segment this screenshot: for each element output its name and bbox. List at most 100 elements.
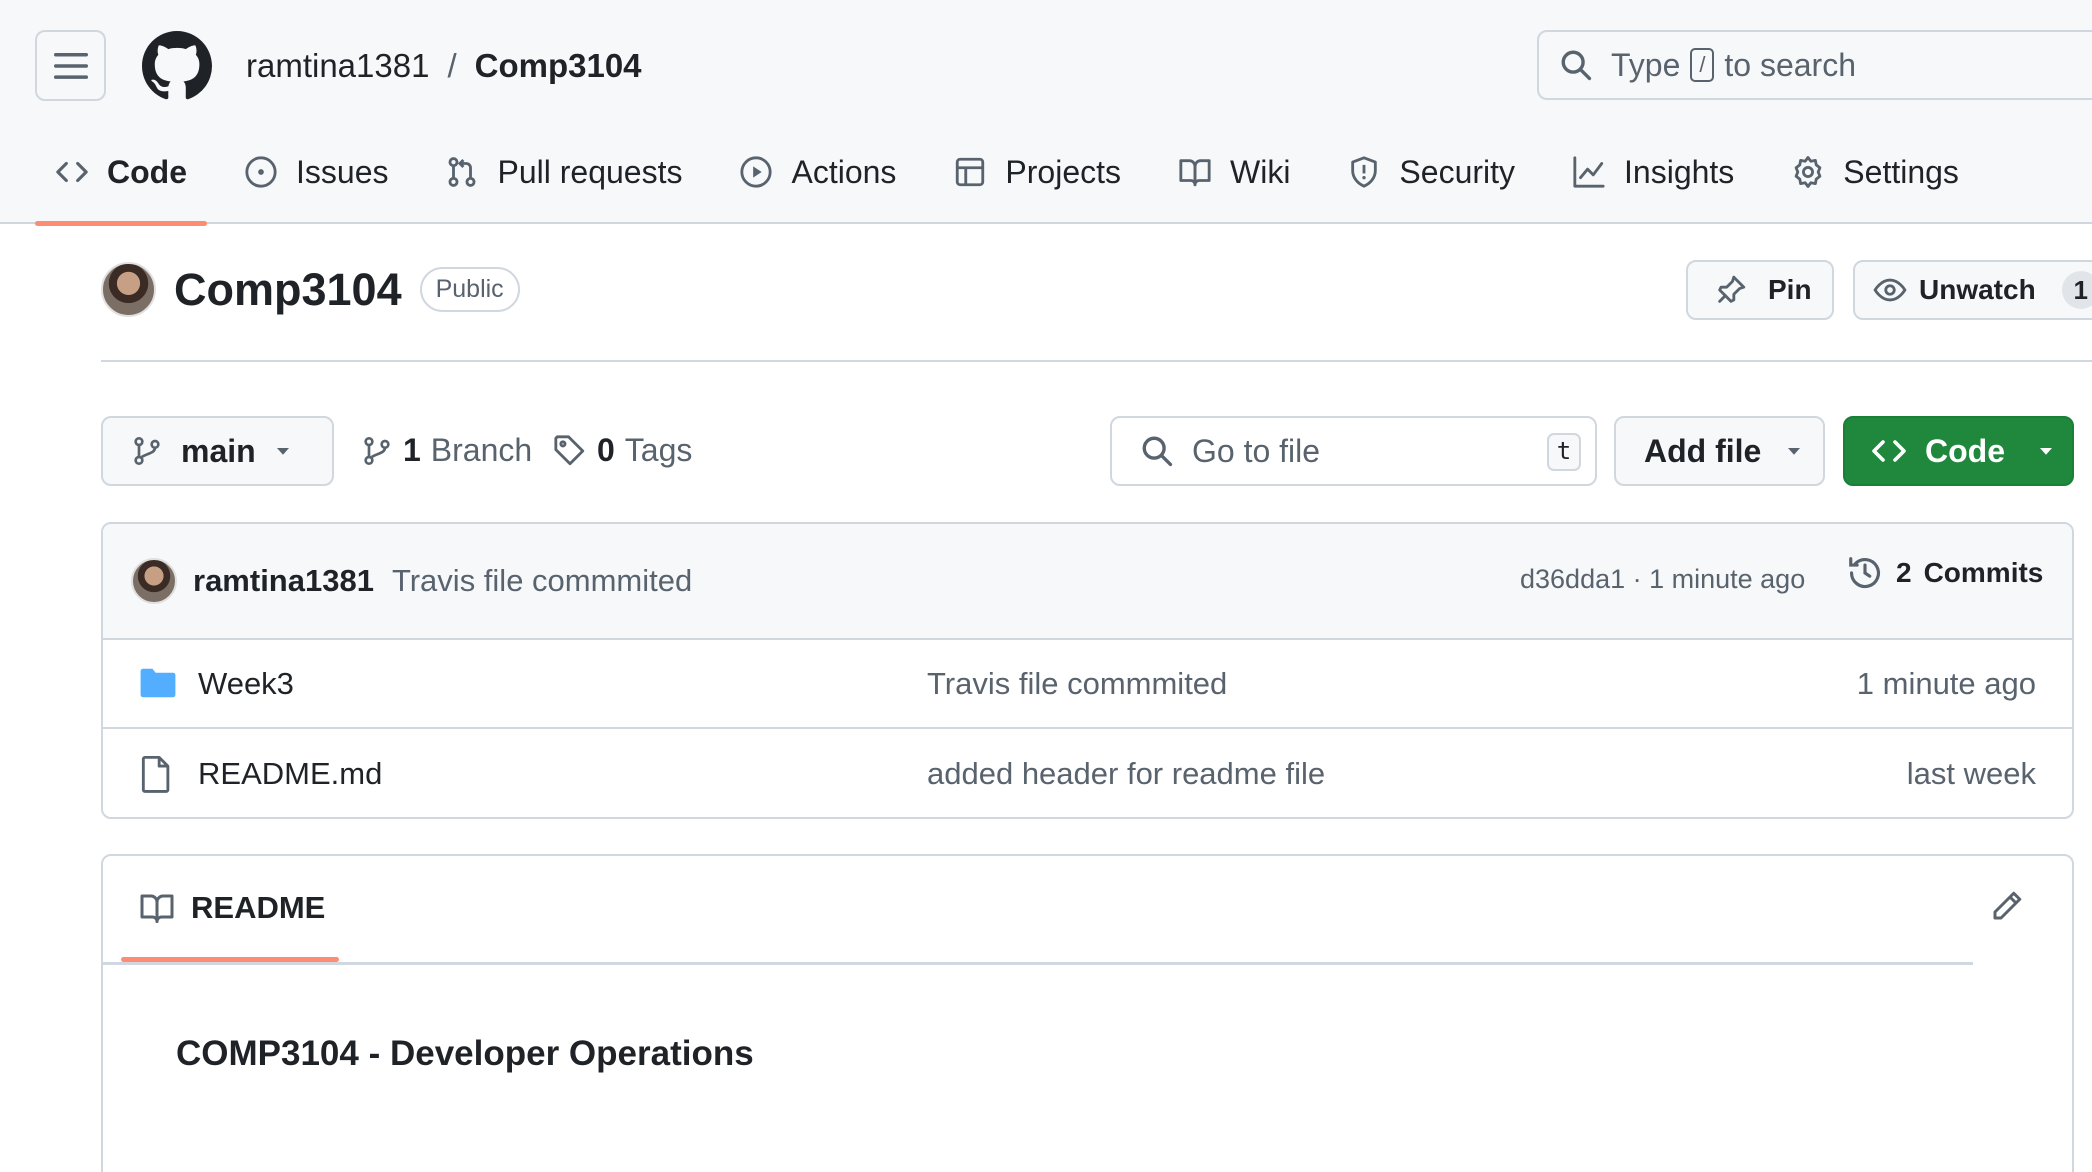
add-file-label: Add file [1644, 432, 1762, 469]
commits-count: 2 [1896, 557, 1912, 588]
caret-down-icon [276, 448, 289, 455]
hamburger-icon [53, 52, 88, 79]
repo-header: ramtina1381 / Comp3104 Type / to search … [0, 0, 2092, 226]
file-name-link[interactable]: Week3 [198, 666, 294, 702]
file-icon [141, 755, 170, 793]
go-to-file-placeholder: Go to file [1192, 432, 1321, 469]
tab-projects[interactable]: Projects [933, 140, 1141, 204]
readme-tab[interactable]: README [139, 890, 325, 926]
add-file-button[interactable]: Add file [1614, 416, 1825, 486]
tab-label: Security [1399, 153, 1516, 190]
owner-avatar[interactable] [101, 262, 156, 317]
github-logo-icon[interactable] [142, 31, 212, 101]
tags-link[interactable]: 0 Tags [553, 432, 692, 469]
search-shortcut-key: / [1690, 48, 1715, 82]
shield-icon [1351, 156, 1378, 188]
search-prefix: Type [1611, 46, 1681, 83]
branch-icon [134, 437, 160, 465]
book-icon [140, 894, 174, 923]
tab-wiki[interactable]: Wiki [1158, 140, 1310, 204]
header-divider [101, 360, 2092, 362]
tab-insights[interactable]: Insights [1552, 140, 1754, 204]
commit-author-link[interactable]: ramtina1381 [193, 563, 374, 599]
visibility-badge: Public [419, 267, 520, 312]
history-icon [1849, 557, 1881, 589]
branch-name: main [181, 432, 256, 469]
commits-label: Commits [1923, 557, 2044, 588]
breadcrumb-repo-link[interactable]: Comp3104 [475, 44, 642, 88]
readme-divider [103, 962, 1973, 965]
tab-label: Code [107, 153, 187, 190]
tab-label: Wiki [1230, 153, 1291, 190]
file-row-week3[interactable]: Week3 Travis file commmited 1 minute ago [103, 640, 2072, 729]
code-icon [56, 161, 88, 183]
file-row-readme[interactable]: README.md added header for readme file l… [103, 729, 2072, 817]
pull-request-icon [449, 157, 476, 187]
breadcrumb-owner-link[interactable]: ramtina1381 [246, 44, 429, 88]
readme-tab-label: README [191, 890, 326, 925]
tab-actions[interactable]: Actions [719, 140, 916, 204]
breadcrumb: ramtina1381 / Comp3104 [246, 44, 642, 88]
tag-label: Tags [624, 432, 693, 468]
latest-commit-bar: ramtina1381 Travis file commmited d36dda… [103, 524, 2072, 640]
branches-link[interactable]: 1 Branch [361, 432, 532, 469]
go-to-file-input[interactable]: Go to file t [1110, 416, 1597, 486]
pin-button[interactable]: Pin [1686, 260, 1834, 320]
menu-button[interactable] [35, 30, 106, 101]
commit-sha-time[interactable]: d36dda1 · 1 minute ago [1520, 564, 1805, 595]
tab-settings[interactable]: Settings [1771, 140, 1979, 204]
tag-icon [554, 434, 585, 465]
tab-label: Settings [1843, 153, 1959, 190]
file-commit-date: 1 minute ago [1856, 665, 2036, 701]
book-icon [1179, 159, 1211, 187]
unwatch-label: Unwatch [1919, 274, 2036, 305]
search-input[interactable]: Type / to search [1537, 30, 2092, 100]
file-commit-date: last week [1906, 755, 2036, 791]
branch-icon [364, 436, 390, 465]
repo-title-area: Comp3104 Public [101, 262, 520, 317]
breadcrumb-separator: / [447, 47, 457, 84]
file-name-link[interactable]: README.md [198, 756, 382, 792]
issue-icon [245, 156, 277, 188]
gear-icon [1794, 156, 1822, 188]
file-commit-message-link[interactable]: added header for readme file [927, 756, 1325, 792]
code-dropdown-button[interactable]: Code [1843, 416, 2074, 486]
play-icon [740, 156, 773, 188]
branch-count: 1 [403, 432, 421, 468]
eye-icon [1873, 278, 1907, 302]
tag-count: 0 [597, 432, 615, 468]
folder-icon [140, 668, 176, 698]
commits-history-link[interactable]: 2 Commits [1846, 554, 2043, 592]
caret-down-icon [2040, 448, 2052, 455]
tab-label: Pull requests [497, 153, 683, 190]
commit-message-link[interactable]: Travis file commmited [392, 563, 692, 599]
file-commit-message-link[interactable]: Travis file commmited [927, 666, 1227, 702]
pin-icon [1718, 275, 1746, 303]
search-placeholder: Type / to search [1611, 47, 1856, 84]
go-to-file-shortcut: t [1547, 433, 1581, 471]
repo-name[interactable]: Comp3104 [174, 264, 402, 316]
file-browser: ramtina1381 Travis file commmited d36dda… [101, 522, 2074, 819]
code-button-label: Code [1925, 432, 2005, 469]
tab-label: Insights [1624, 153, 1735, 190]
table-icon [956, 157, 985, 187]
branch-select-button[interactable]: main [101, 416, 334, 486]
search-icon [1142, 436, 1173, 467]
tab-label: Actions [791, 153, 897, 190]
unwatch-button[interactable]: Unwatch 1 [1853, 260, 2092, 320]
tab-security[interactable]: Security [1327, 140, 1535, 204]
tab-issues[interactable]: Issues [224, 140, 408, 204]
commit-author-avatar[interactable] [131, 558, 177, 604]
search-suffix: to search [1724, 46, 1856, 83]
tab-pull-requests[interactable]: Pull requests [425, 140, 702, 204]
readme-heading: COMP3104 - Developer Operations [176, 1034, 754, 1073]
pencil-icon[interactable] [1989, 888, 2025, 924]
branch-label: Branch [430, 432, 533, 468]
readme-panel: README COMP3104 - Developer Operations [101, 854, 2074, 1172]
search-icon [1561, 50, 1592, 81]
tab-code[interactable]: Code [35, 140, 207, 226]
graph-icon [1573, 156, 1605, 188]
caret-down-icon [1788, 448, 1801, 455]
watch-count-badge: 1 [2061, 271, 2092, 309]
tab-label: Issues [296, 153, 389, 190]
